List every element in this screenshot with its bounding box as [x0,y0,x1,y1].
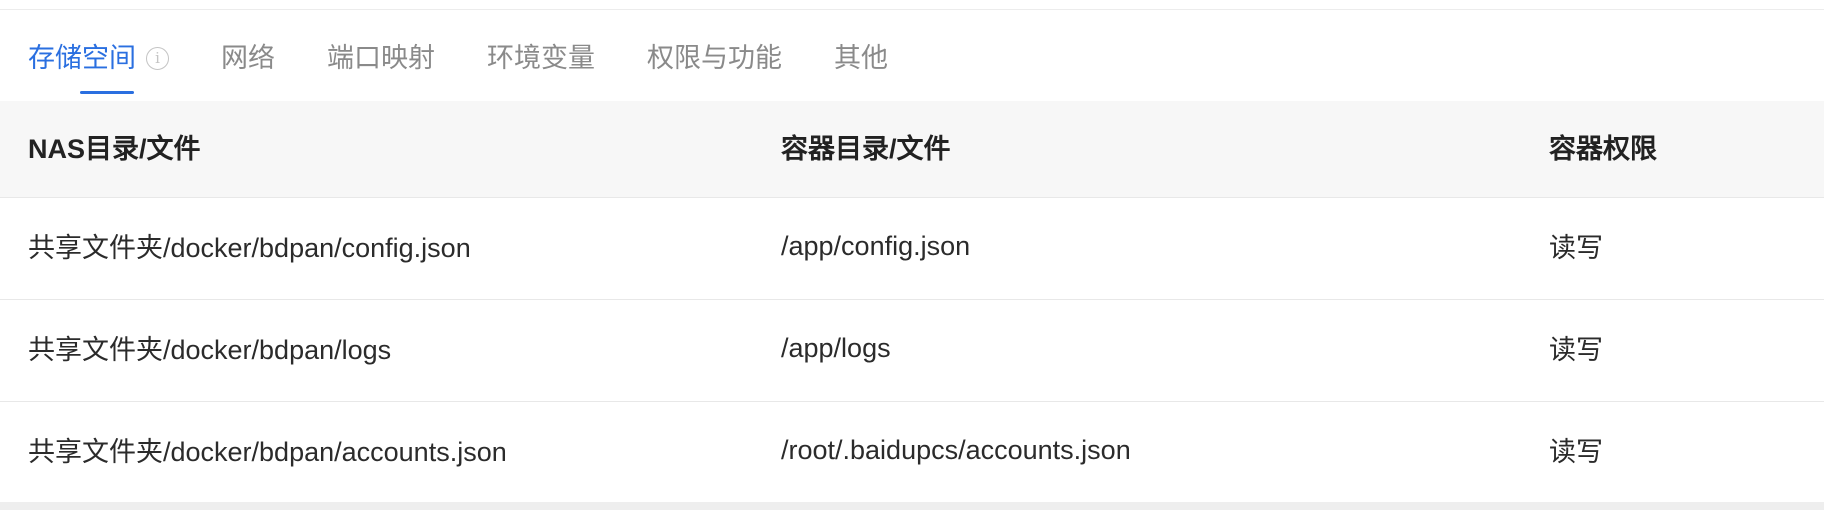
tab-label: 环境变量 [487,43,595,73]
table-header: NAS目录/文件 容器目录/文件 容器权限 [0,101,1824,198]
container-path-cell: /app/config.json [781,231,971,261]
active-tab-indicator [80,91,134,94]
bottom-divider [0,502,1824,510]
tab-permissions-capabilities[interactable]: 权限与功能 [647,38,782,78]
table-row: 共享文件夹/docker/bdpan/accounts.json /root/.… [0,402,1824,504]
permission-cell: 读写 [1549,335,1603,365]
tab-network[interactable]: 网络 [221,38,275,78]
tab-environment-variables[interactable]: 环境变量 [487,38,595,78]
table-row: 共享文件夹/docker/bdpan/config.json /app/conf… [0,198,1824,300]
nas-path-cell: 共享文件夹/docker/bdpan/accounts.json [28,437,507,467]
tab-label: 权限与功能 [647,43,782,73]
nas-path-cell: 共享文件夹/docker/bdpan/config.json [28,233,471,263]
permission-cell: 读写 [1549,437,1603,467]
permission-cell: 读写 [1549,233,1603,263]
column-header-permission: 容器权限 [1549,134,1657,164]
table-row: 共享文件夹/docker/bdpan/logs /app/logs 读写 [0,300,1824,402]
column-header-nas-path: NAS目录/文件 [28,134,201,164]
tab-label: 端口映射 [327,43,435,73]
tab-port-mapping[interactable]: 端口映射 [327,38,435,78]
tab-label: 其他 [834,43,888,73]
column-header-container-path: 容器目录/文件 [781,134,951,164]
top-divider [0,9,1824,10]
container-settings-panel: 存储空间 i 网络 端口映射 环境变量 权限与功能 其他 NAS目录/文件 容器… [0,0,1824,510]
info-circle-icon[interactable]: i [146,46,169,70]
storage-volume-table: NAS目录/文件 容器目录/文件 容器权限 共享文件夹/docker/bdpan… [0,101,1824,504]
tab-storage[interactable]: 存储空间 i [28,38,169,94]
tab-label: 网络 [221,43,275,73]
tab-other[interactable]: 其他 [834,38,888,78]
container-path-cell: /root/.baidupcs/accounts.json [781,435,1131,465]
container-path-cell: /app/logs [781,333,891,363]
tab-label: 存储空间 [28,43,136,73]
nas-path-cell: 共享文件夹/docker/bdpan/logs [28,335,392,365]
settings-tabs: 存储空间 i 网络 端口映射 环境变量 权限与功能 其他 [28,38,940,96]
